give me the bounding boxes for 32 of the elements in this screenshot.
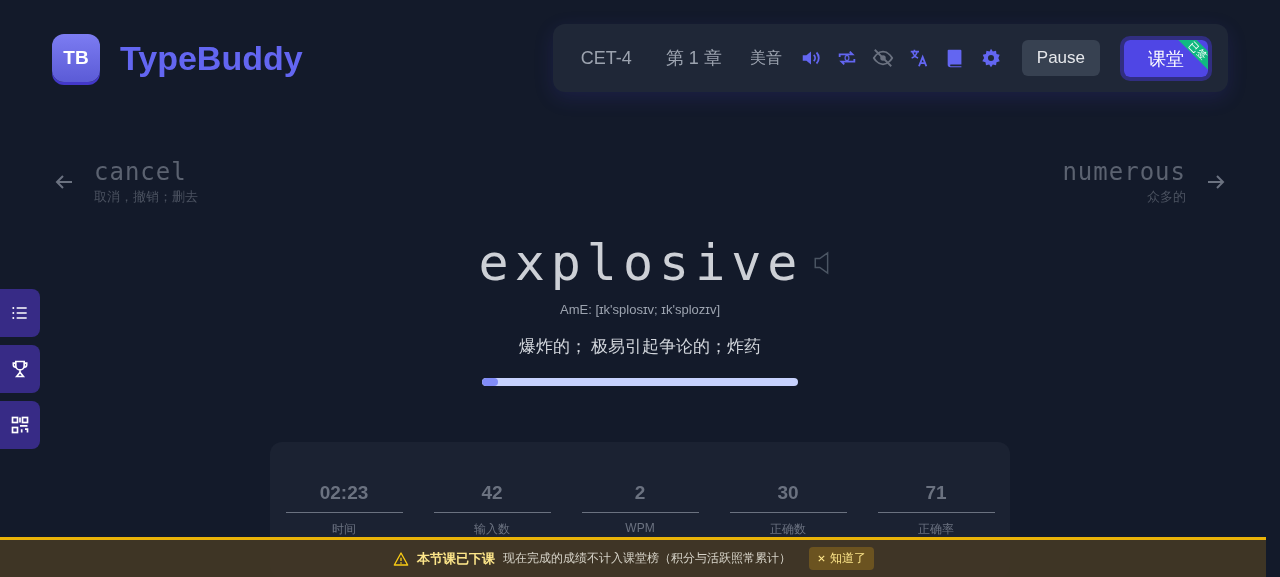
- leaderboard-button[interactable]: [0, 345, 40, 393]
- phonetic: AmE: [ɪk'splosɪv; ɪk'splozɪv]: [560, 302, 720, 317]
- stat-label: 正确率: [918, 521, 954, 538]
- stat-label: WPM: [625, 521, 655, 535]
- close-icon: [816, 554, 826, 563]
- warning-icon: [392, 550, 409, 567]
- previous-word: cancel: [94, 158, 188, 186]
- qr-code-button[interactable]: [0, 401, 40, 449]
- stat-value: 2: [581, 482, 699, 513]
- stat-label: 正确数: [770, 521, 806, 538]
- dismiss-button[interactable]: 知道了: [808, 547, 874, 570]
- chapter-button[interactable]: 第 1 章: [655, 46, 732, 70]
- stat-value: 71: [877, 482, 995, 513]
- word-list-button[interactable]: [0, 289, 40, 337]
- trophy-icon: [10, 359, 30, 379]
- next-word: numerous: [1062, 158, 1186, 186]
- eye-slash-icon[interactable]: [871, 47, 894, 69]
- current-word: explosive: [478, 234, 804, 292]
- stat-value: 42: [433, 482, 551, 513]
- word-meaning: 爆炸的； 极易引起争论的；炸药: [518, 336, 762, 358]
- logo-badge: TB: [52, 34, 100, 82]
- stat-label: 时间: [332, 521, 356, 538]
- qr-code-icon: [10, 415, 30, 435]
- app-title: TypeBuddy: [120, 38, 303, 78]
- stat-value: 30: [729, 482, 847, 513]
- notice-title: 本节课已下课: [416, 549, 495, 568]
- dictionary-button[interactable]: CET-4: [570, 47, 642, 69]
- stat-label: 输入数: [474, 521, 510, 538]
- notice-message: 现在完成的成绩不计入课堂榜（积分与活跃照常累计）: [502, 550, 791, 567]
- pause-button[interactable]: Pause: [1021, 40, 1100, 76]
- accent-button[interactable]: 美音: [745, 47, 786, 69]
- stat-value: 02:23: [285, 482, 403, 513]
